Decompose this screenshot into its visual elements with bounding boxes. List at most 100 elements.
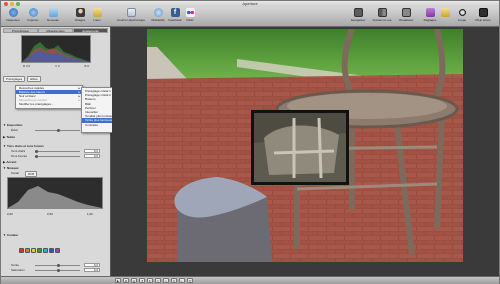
places-button[interactable]: Lieux [89,8,105,26]
saturation-row: Saturation 0,0 [11,268,100,272]
levels-gray-field[interactable]: 0,50 [47,212,63,216]
swatch-blue[interactable] [49,248,54,253]
channel-row: Canal RVB [9,171,109,177]
rotate-left-tool-button[interactable]: ↺ [139,278,145,283]
highlights-slider[interactable] [35,149,80,153]
tab-metadata[interactable]: Métadonnées [38,28,73,33]
section-tone[interactable]: ▶Teinte [3,135,15,139]
facebook-button[interactable]: f Facebook [167,8,183,26]
swatch-orange[interactable] [25,248,30,253]
presets-button[interactable]: Préréglages [3,75,26,82]
levels-graph [8,186,102,208]
effects-button[interactable]: Effets [27,75,41,82]
slider-knob[interactable] [35,154,38,158]
preset-controls: Préréglages Effets [3,75,43,82]
highlights-value-field[interactable]: 0,0 [84,149,100,153]
section-color[interactable]: ▼Couleur [3,233,18,237]
toolbar: Inspecteur Importer Nouveau Visages Lieu… [1,7,499,27]
swatch-cyan[interactable] [43,248,48,253]
minimize-window-button[interactable] [10,2,14,6]
rotate-right-tool-button[interactable]: ↻ [147,278,153,283]
swatch-green[interactable] [37,248,42,253]
facebook-icon: f [170,8,180,17]
disclosure-triangle-icon: ▼ [3,166,6,170]
viewer-icon [401,8,411,17]
inspector-button[interactable]: Inspecteur [3,8,23,26]
zoom-in-tool-button[interactable]: ⊕ [123,278,129,283]
loupe-overlay[interactable] [251,110,349,185]
info-icon [8,8,18,17]
section-sharpen[interactable]: ▶Accent [3,160,16,164]
disclosure-triangle-icon: ▶ [3,135,6,139]
shadows-value-field[interactable]: 0,0 [84,154,100,158]
browser-icon [353,8,363,17]
email-button[interactable]: Courrier électronique [113,8,149,26]
section-levels[interactable]: ▼Niveaux [3,166,19,170]
hue-value-field[interactable]: 0,0 [84,263,100,267]
places-icon [92,8,102,17]
viewer-button[interactable]: Visualiseur [395,8,417,26]
close-window-button[interactable] [4,2,8,6]
saturation-value-field[interactable]: 0,0 [84,268,100,272]
section-shadows-highlights[interactable]: ▼Tons clairs et tons foncés [3,144,44,148]
disclosure-triangle-icon: ▶ [3,160,6,164]
split-view-icon [377,8,387,17]
presets-menu: Retouches rapides ▸ Balance des blancs ▸ N… [15,85,83,109]
mobileme-button[interactable]: MobileMe [149,8,167,26]
import-icon [28,8,38,17]
loupe-button[interactable]: Loupe [455,8,469,26]
faces-button[interactable]: Visages [71,8,89,26]
tab-adjustments[interactable]: Ajustements [73,28,108,33]
hue-row: Teinte 0,0 [11,263,100,267]
histogram [21,35,91,63]
fullscreen-toggle-button[interactable] [439,8,451,26]
swatch-red[interactable] [19,248,24,253]
highlights-row: Tons clairs 0,0 [11,149,100,153]
saturation-slider[interactable] [35,268,80,272]
faces-icon [75,8,85,17]
inspector-panel: Photothèque Métadonnées Ajustements R 0 … [1,27,111,276]
tab-library[interactable]: Photothèque [3,28,38,33]
levels-white-field[interactable]: 1,00 [87,212,103,216]
aperture-window: Aperture Inspecteur Importer Nouveau Vis… [0,0,500,284]
section-exposure[interactable]: ▼Exposition [3,123,22,127]
split-view-button[interactable]: Scinder la vue [369,8,395,26]
import-button[interactable]: Importer [23,8,43,26]
swatch-yellow[interactable] [31,248,36,253]
histogram-graph [22,42,90,62]
lift-stamp-tool-button[interactable]: ⟲ [187,278,193,283]
image-viewer[interactable] [112,27,499,276]
crop-tool-button[interactable]: ✂ [155,278,161,283]
color-swatches [19,248,61,253]
menu-item-modify-presets[interactable]: Modifier les préréglages... [16,102,82,106]
shadows-slider[interactable] [35,154,80,158]
browser-button[interactable]: Navigateur [347,8,369,26]
slider-knob[interactable] [35,149,38,153]
red-eye-tool-button[interactable]: ◐ [179,278,185,283]
straighten-tool-button[interactable]: ⌖ [163,278,169,283]
full-screen-button[interactable]: Plein écran [471,8,495,26]
zoom-out-tool-button[interactable]: ⊖ [131,278,137,283]
play-tool-button[interactable]: ▶ [115,278,121,283]
flickr-button[interactable]: Flickr [183,8,197,26]
zoom-window-button[interactable] [16,2,20,6]
mobileme-icon [153,8,163,17]
hue-slider[interactable] [35,263,80,267]
levels-black-field[interactable]: 0,00 [7,212,23,216]
slider-knob[interactable] [57,268,60,272]
swatch-magenta[interactable] [55,248,60,253]
adjustments-icon [425,8,435,17]
clarity-slider[interactable] [35,128,80,132]
window-title: Aperture [242,1,258,6]
adjustments-toggle-button[interactable]: Réglages [423,8,437,26]
new-button[interactable]: Nouveau [43,8,63,26]
bottom-toolbar: ▶ ⊕ ⊖ ↺ ↻ ✂ ⌖ ✎ ◐ ⟲ [1,276,499,284]
retouch-tool-button[interactable]: ✎ [171,278,177,283]
slider-knob[interactable] [57,263,60,267]
fullscreen-icon [478,8,488,17]
disclosure-triangle-icon: ▼ [3,233,6,237]
flickr-icon [185,8,195,17]
new-icon [48,8,58,17]
slider-knob[interactable] [57,128,60,132]
fullscreen-icon [440,8,450,17]
